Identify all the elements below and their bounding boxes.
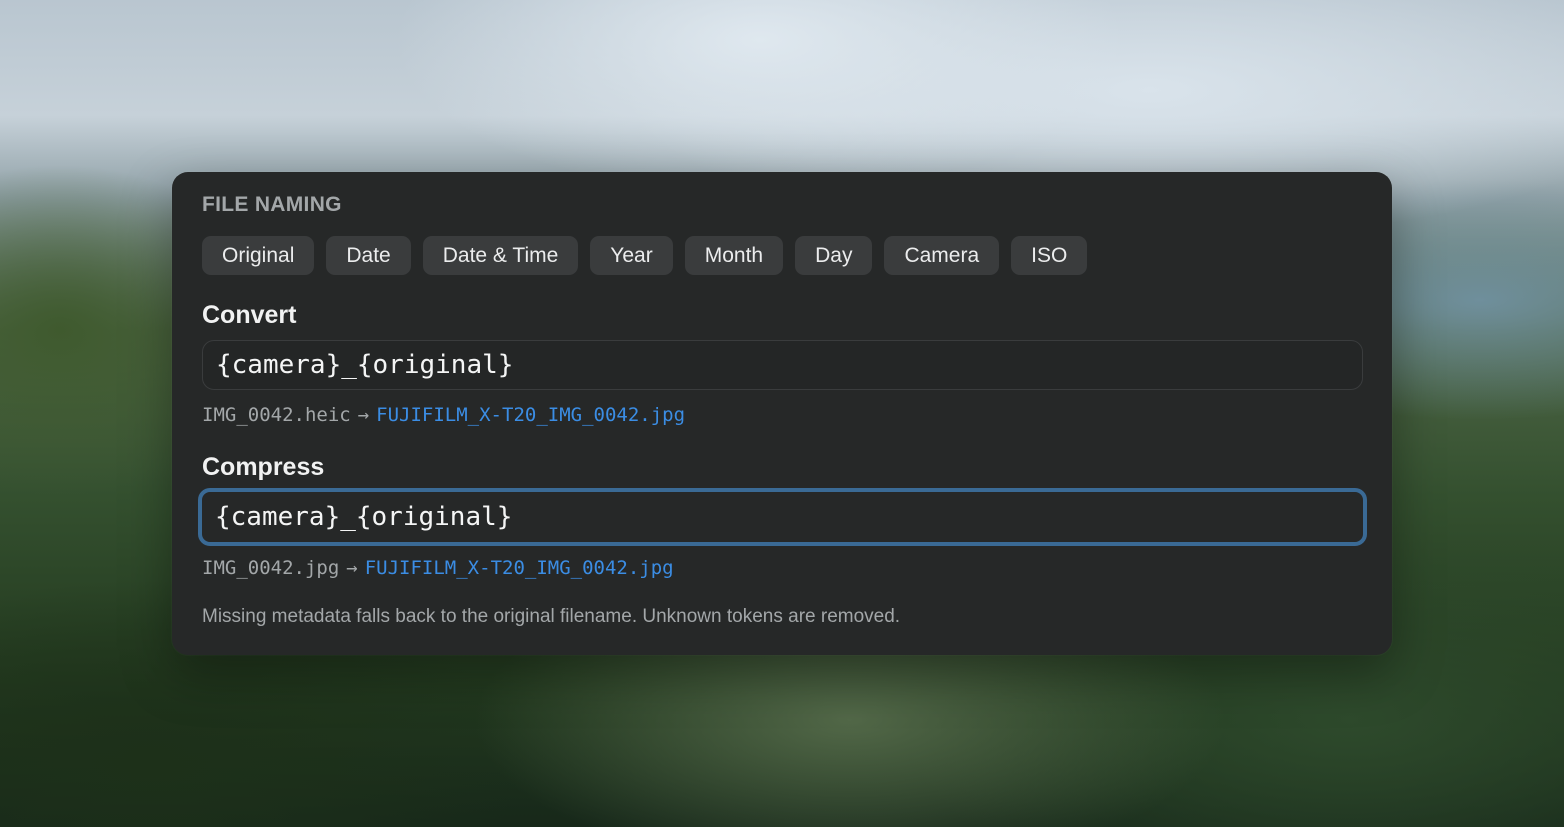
compress-label: Compress xyxy=(202,453,325,481)
compress-pattern-value[interactable]: {camera}_{original} xyxy=(215,502,512,532)
token-chips: Original Date Date & Time Year Month Day… xyxy=(202,236,1362,275)
compress-preview-result: FUJIFILM_X-T20_IMG_0042.jpg xyxy=(364,557,674,579)
convert-preview: IMG_0042.heic → FUJIFILM_X-T20_IMG_0042.jp… xyxy=(202,403,1362,427)
section-title: FILE NAMING xyxy=(202,193,342,216)
compress-preview-source: IMG_0042.jpg xyxy=(202,557,340,579)
token-chip-date[interactable]: Date xyxy=(326,236,411,275)
compress-preview: IMG_0042.jpg → FUJIFILM_X-T20_IMG_0042.jpg xyxy=(202,556,1362,580)
file-naming-panel: FILE NAMING Original Date Date & Time Ye… xyxy=(172,172,1392,655)
token-chip-day[interactable]: Day xyxy=(795,236,873,275)
token-chip-camera[interactable]: Camera xyxy=(884,236,1000,275)
token-chip-iso[interactable]: ISO xyxy=(1011,236,1088,275)
compress-pattern-field[interactable]: {camera}_{original} xyxy=(198,488,1367,546)
token-chip-year[interactable]: Year xyxy=(590,236,673,275)
token-chip-date-time[interactable]: Date & Time xyxy=(422,236,579,275)
convert-preview-source: IMG_0042.heic xyxy=(202,404,351,426)
convert-label: Convert xyxy=(202,301,297,329)
token-chip-month[interactable]: Month xyxy=(684,236,784,275)
convert-pattern-value[interactable]: {camera}_{original} xyxy=(216,350,513,380)
convert-preview-result: FUJIFILM_X-T20_IMG_0042.jpg xyxy=(376,404,686,426)
convert-pattern-field[interactable]: {camera}_{original} xyxy=(202,340,1363,390)
arrow-right-icon: → xyxy=(357,404,370,426)
footnote-text: Missing metadata falls back to the origi… xyxy=(202,606,901,627)
arrow-right-icon: → xyxy=(346,557,358,579)
token-chip-original[interactable]: Original xyxy=(202,236,315,275)
